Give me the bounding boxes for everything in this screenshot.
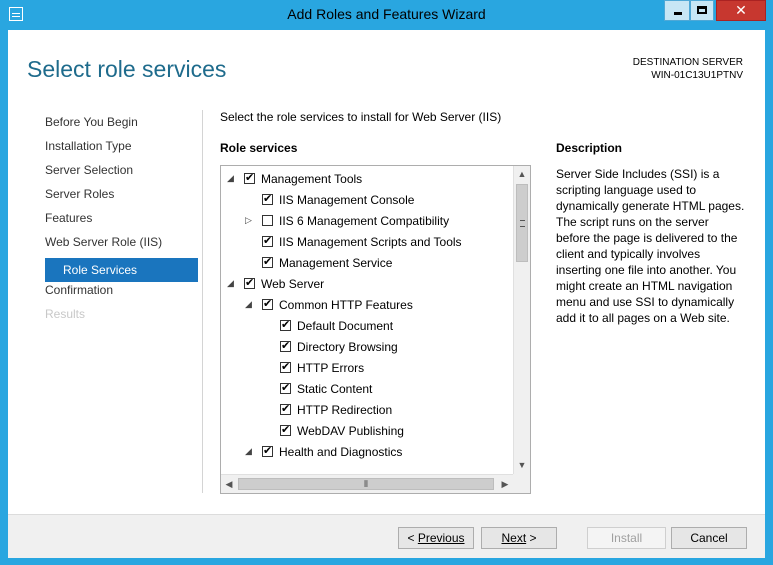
wizard-nav: Before You Begin Installation Type Serve… — [44, 114, 199, 330]
checkbox[interactable]: ✔ — [262, 236, 273, 247]
expand-triangle-icon[interactable]: ◢ — [245, 446, 255, 457]
role-services-header: Role services — [220, 141, 298, 155]
description-text: Server Side Includes (SSI) is a scriptin… — [556, 167, 745, 325]
nav-item-installation-type[interactable]: Installation Type — [44, 138, 199, 162]
install-button: Install — [587, 527, 666, 549]
tree-row-label: Web Server — [261, 277, 325, 291]
tree-row-label: Health and Diagnostics — [279, 445, 403, 459]
checkbox[interactable]: ✔ — [262, 446, 273, 457]
next-label: Next — [501, 531, 527, 545]
horizontal-scroll-thumb[interactable]: ⦀ — [238, 478, 494, 490]
tree-row-label: WebDAV Publishing — [297, 424, 404, 438]
minimize-button[interactable] — [664, 0, 690, 21]
checkbox[interactable]: ✔ — [262, 194, 273, 205]
tree-row-label: Default Document — [297, 319, 394, 333]
nav-item-server-selection[interactable]: Server Selection — [44, 162, 199, 186]
maximize-icon — [697, 6, 707, 14]
nav-item-confirmation[interactable]: Confirmation — [44, 282, 199, 306]
scroll-left-icon[interactable]: ◀ — [221, 475, 237, 493]
nav-item-role-services[interactable]: Role Services — [45, 258, 198, 282]
tree-row-label: Management Tools — [261, 172, 363, 186]
window-title: Add Roles and Features Wizard — [287, 6, 486, 22]
tree-row-label: HTTP Redirection — [297, 403, 393, 417]
checkbox[interactable]: ✔ — [262, 257, 273, 268]
horizontal-scrollbar[interactable]: ◀ ⦀ ▶ — [221, 474, 513, 493]
scroll-up-icon[interactable]: ▲ — [514, 166, 530, 183]
wizard-window: Add Roles and Features Wizard ✕ Select r… — [0, 0, 773, 565]
title-bar[interactable]: Add Roles and Features Wizard ✕ — [0, 0, 773, 30]
description-header: Description — [556, 141, 623, 155]
checkbox[interactable]: ✔ — [280, 425, 291, 436]
minimize-icon — [674, 12, 682, 15]
tree-row-label: HTTP Errors — [297, 361, 365, 375]
expand-triangle-icon[interactable]: ◢ — [227, 173, 237, 184]
nav-item-features[interactable]: Features — [44, 210, 199, 234]
tree-row-label: Directory Browsing — [297, 340, 398, 354]
role-services-tree: ◢ ✔ Management Tools ✔ IIS Management Consol… — [220, 165, 531, 494]
expand-triangle-icon[interactable]: ◢ — [227, 278, 237, 289]
grip-icon — [520, 220, 525, 227]
expand-triangle-icon[interactable]: ◢ — [245, 299, 255, 310]
tree-row-label: Management Service — [279, 256, 393, 270]
page-title: Select role services — [27, 56, 227, 82]
checkbox[interactable] — [262, 215, 273, 226]
tree-row-label: IIS Management Console — [279, 193, 415, 207]
vertical-scrollbar[interactable]: ▲ ▼ — [513, 166, 530, 474]
close-icon: ✕ — [735, 2, 747, 18]
checkbox[interactable]: ✔ — [244, 173, 255, 184]
destination-label: DESTINATION SERVER — [632, 57, 743, 68]
checkbox[interactable]: ✔ — [280, 320, 291, 331]
tree-row-label: Common HTTP Features — [279, 298, 413, 312]
previous-label: Previous — [417, 531, 465, 545]
nav-item-web-server-role[interactable]: Web Server Role (IIS) — [44, 234, 199, 258]
tree-row-label: Static Content — [297, 382, 373, 396]
nav-divider — [202, 110, 203, 493]
tree-row-label: IIS Management Scripts and Tools — [279, 235, 462, 249]
previous-button[interactable]: < Previous — [398, 527, 474, 549]
checkbox[interactable]: ✔ — [280, 362, 291, 373]
destination-server-name: WIN-01C13U1PTNV — [651, 70, 743, 81]
maximize-button[interactable] — [690, 0, 714, 21]
scrollbar-corner — [513, 474, 530, 493]
checkbox[interactable]: ✔ — [262, 299, 273, 310]
nav-item-server-roles[interactable]: Server Roles — [44, 186, 199, 210]
cancel-button[interactable]: Cancel — [671, 527, 747, 549]
vertical-scroll-thumb[interactable] — [516, 184, 528, 262]
wizard-body: Select role services DESTINATION SERVER … — [8, 30, 765, 558]
checkbox[interactable]: ✔ — [280, 404, 291, 415]
button-bar: < Previous Next > Install Cancel — [8, 514, 765, 558]
collapse-triangle-icon[interactable]: ▷ — [245, 215, 255, 226]
nav-item-results: Results — [45, 307, 86, 321]
scroll-right-icon[interactable]: ▶ — [497, 475, 513, 493]
tree-content: ◢ ✔ Management Tools ✔ IIS Management Consol… — [221, 166, 513, 474]
instruction-text: Select the role services to install for … — [220, 110, 502, 124]
scroll-down-icon[interactable]: ▼ — [514, 457, 530, 474]
next-button[interactable]: Next > — [481, 527, 557, 549]
tree-row-label: IIS 6 Management Compatibility — [279, 214, 450, 228]
checkbox[interactable]: ✔ — [280, 341, 291, 352]
close-button[interactable]: ✕ — [716, 0, 766, 21]
destination-server: DESTINATION SERVER WIN-01C13U1PTNV — [633, 56, 743, 82]
checkbox[interactable]: ✔ — [280, 383, 291, 394]
checkbox[interactable]: ✔ — [244, 278, 255, 289]
nav-item-before-you-begin[interactable]: Before You Begin — [44, 114, 199, 138]
